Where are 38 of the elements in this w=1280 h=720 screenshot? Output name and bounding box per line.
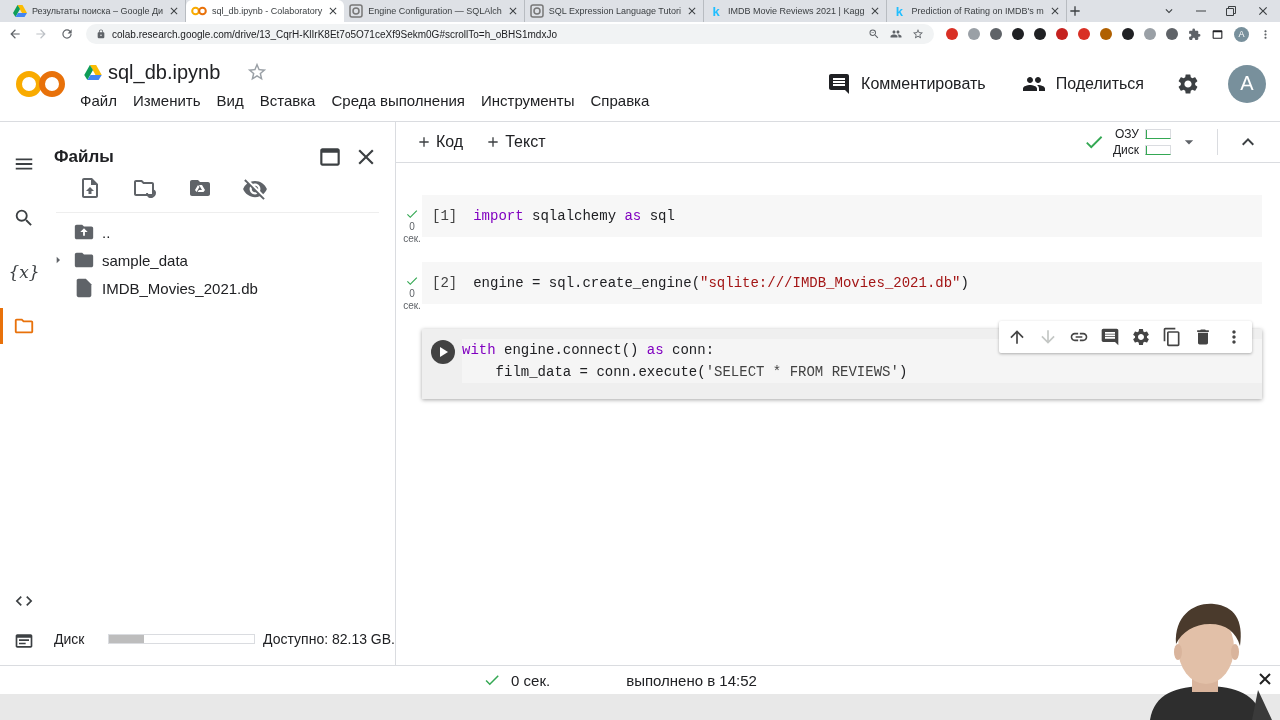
code-line[interactable]: engine = sql.create_engine("sqlite:///IMDB_Movies_2021.db") [473,272,1262,294]
completion-time: выполнено в 14:52 [626,671,757,689]
code-line[interactable]: with engine.connect() as conn: [462,339,1262,361]
menu-item[interactable]: Справка [582,89,658,111]
site-icon: k [709,3,723,19]
panel-title: Файлы [54,147,114,167]
menu-item[interactable]: Вставка [251,89,324,111]
browser-tab[interactable]: sql_db.ipynb - Colaboratory [186,0,345,22]
code-line[interactable]: import sqlalchemy as sql [473,205,1262,227]
disk-available: Доступно: 82.13 GB. [263,631,395,647]
add-cell-button[interactable]: Код [414,131,466,153]
time-unit: сек. [403,233,421,245]
run-time: 0 [409,221,415,233]
site-icon: k [892,3,907,19]
notebook-title[interactable]: sql_db.ipynb [108,60,221,84]
time-unit: сек. [403,300,421,312]
resources-indicator[interactable]: ОЗУ Диск [1112,127,1171,157]
execution-time: 0 сек. [511,671,551,689]
file-name[interactable]: sample_data [102,251,188,269]
address-bar[interactable]: colab.research.google.com/drive/13_CqrH-KlIrK8Et7o5O71ceXf9Sekm0G#scrollTo=h_oBHS1mdxJo [86,24,934,44]
code-line[interactable]: film_data = conn.execute('SELECT * FROM REVIEWS') [462,361,1262,383]
execution-count: [1] [431,207,459,226]
menu-item[interactable]: Среда выполнения [323,89,473,111]
comment-button[interactable]: Комментировать [823,67,990,100]
menu-item[interactable]: Изменить [124,89,209,111]
run-time: 0 [409,288,415,300]
menu-item[interactable]: Инструменты [472,89,583,111]
disk-label: Диск [54,631,85,647]
file-name[interactable]: IMDB_Movies_2021.db [102,279,258,297]
add-cell-button[interactable]: Текст [483,131,548,153]
menu-item[interactable]: Файл [72,89,125,111]
menu-item[interactable]: Вид [208,89,252,111]
code-cell[interactable]: [1] import sqlalchemy as sql [422,195,1262,237]
code-cell[interactable]: [2] engine = sql.create_engine("sqlite:///IMDB_Movies_2021.db") [422,262,1262,304]
variables-icon[interactable]: {x} [8,262,40,282]
file-name[interactable]: .. [102,223,111,241]
share-button[interactable]: Поделиться [1017,67,1148,100]
execution-count: [2] [431,274,459,293]
